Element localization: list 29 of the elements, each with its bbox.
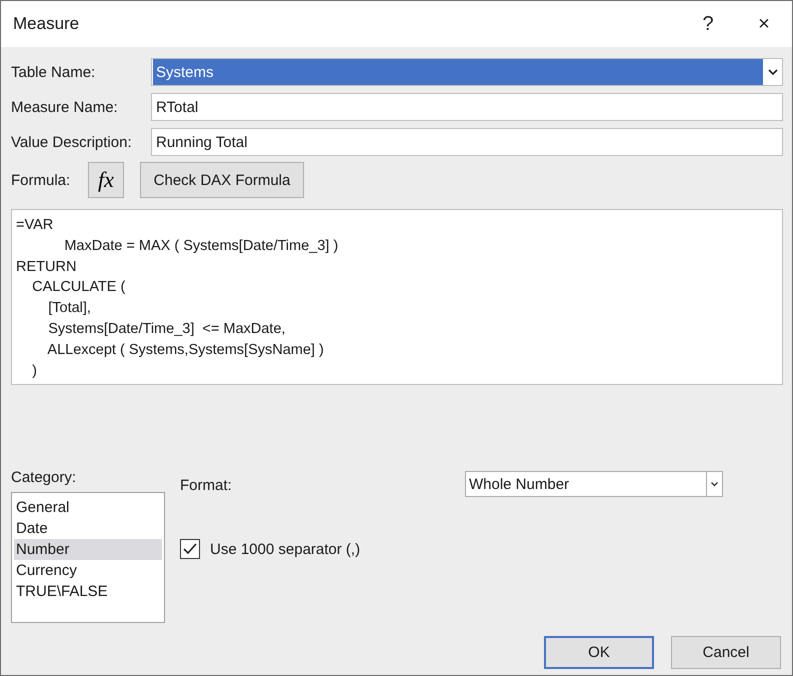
insert-function-button[interactable]: fx bbox=[88, 162, 124, 198]
formula-editor[interactable]: =VAR MaxDate = MAX ( Systems[Date/Time_3] ) RETURN CALCULATE ( [Total], Systems[Date/Time_3] <= MaxDate, ALLexcept ( Systems,Systems[SysName] ) ) bbox=[11, 209, 783, 385]
category-item[interactable]: Date bbox=[14, 518, 162, 539]
dialog-button[interactable]: Cancel bbox=[671, 636, 781, 669]
check-formula-button[interactable]: Check DAX Formula bbox=[140, 162, 304, 198]
close-button[interactable]: × bbox=[736, 1, 792, 47]
field-label: Formula: bbox=[11, 172, 72, 188]
category-item[interactable]: TRUE\FALSE bbox=[14, 581, 162, 602]
caret-icon bbox=[767, 68, 779, 76]
checkbox-label: Use 1000 separator (,) bbox=[210, 540, 360, 558]
category-label: Category: bbox=[11, 469, 78, 486]
field-label: Measure Name: bbox=[11, 98, 119, 116]
separator-checkbox[interactable] bbox=[180, 539, 200, 559]
measure-name-field[interactable]: RTotal bbox=[151, 93, 783, 121]
help-button[interactable]: ? bbox=[680, 1, 736, 47]
category-item[interactable]: Number bbox=[14, 539, 162, 560]
field-label: Table Name: bbox=[11, 64, 96, 80]
table-name-dropdown[interactable]: Systems bbox=[151, 58, 783, 86]
category-item[interactable]: Currency bbox=[14, 560, 162, 581]
field-label: Value Description: bbox=[11, 134, 133, 150]
checkmark-icon bbox=[183, 543, 197, 555]
dialog-button[interactable]: OK bbox=[544, 636, 654, 669]
window-title: Measure bbox=[13, 14, 80, 34]
caret-icon bbox=[710, 480, 719, 488]
description-field[interactable]: Running Total bbox=[151, 128, 783, 156]
category-item[interactable]: General bbox=[14, 497, 162, 518]
category-list[interactable]: General Date Number Currency TRUE\FALSE bbox=[11, 492, 165, 623]
format-label: Format: bbox=[180, 477, 233, 494]
format-dropdown[interactable]: Whole Number bbox=[465, 471, 723, 497]
